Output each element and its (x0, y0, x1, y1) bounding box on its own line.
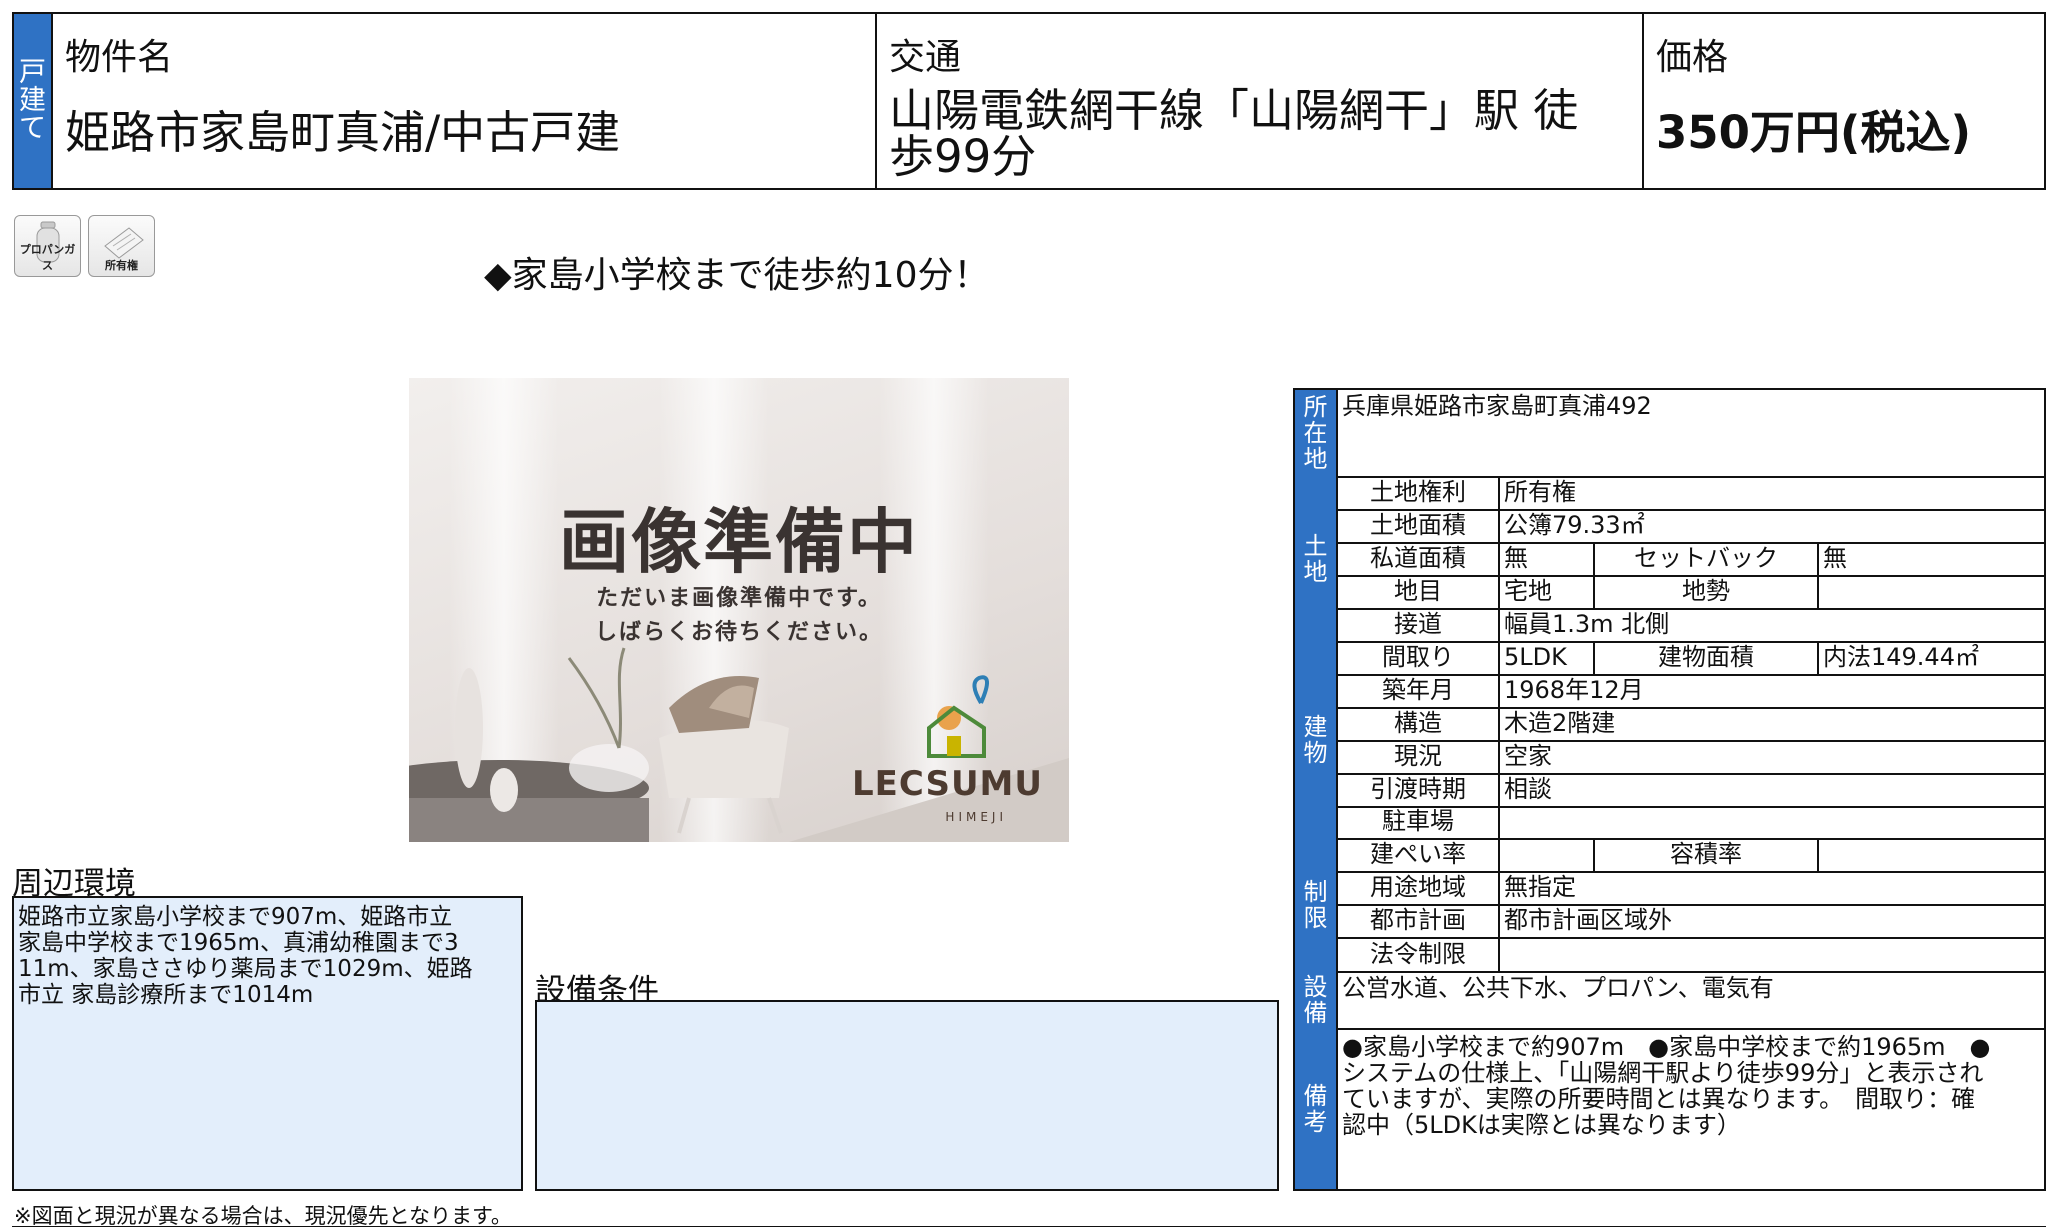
structure-label: 構造 (1394, 709, 1442, 737)
built-value: 1968年12月 (1504, 676, 1644, 704)
parking-label: 駐車場 (1382, 807, 1454, 835)
placeholder-line-2: しばらくお待ちください。 (594, 620, 883, 645)
property-name-label: 物件名 (65, 37, 174, 78)
private-road-value: 無 (1504, 544, 1528, 572)
equipment-box (535, 1000, 1279, 1191)
price-value: 350万円(税込) (1656, 106, 1972, 159)
city-plan-label: 都市計画 (1370, 906, 1466, 934)
built-label: 築年月 (1382, 676, 1454, 704)
property-header: 戸 建 て 物件名 姫路市家島町真浦/中古戸建 交通 山陽電鉄網干線「山陽網干」… (12, 12, 2046, 190)
price-cell: 価格 350万円(税込) (1642, 14, 2044, 188)
ownership-icon: 所有権 (88, 215, 155, 277)
propane-gas-caption: プロパンガス (19, 243, 76, 272)
private-road-label: 私道面積 (1370, 544, 1466, 572)
building-area-label: 建物面積 (1658, 643, 1754, 671)
terrain-label: 地勢 (1682, 577, 1730, 605)
facilities-value: 公営水道、公共下水、プロパン、電気有 (1342, 974, 1774, 1002)
handover-value: 相談 (1504, 775, 1552, 803)
land-rights-label: 土地権利 (1370, 478, 1466, 506)
land-area-label: 土地面積 (1370, 511, 1466, 539)
land-area-value: 公簿79.33㎡ (1504, 511, 1645, 539)
remarks-line: 認中（5LDKは実際とは異なります） (1342, 1111, 1741, 1139)
status-value: 空家 (1504, 742, 1552, 770)
address-value: 兵庫県姫路市家島町真浦492 (1342, 392, 1652, 420)
group-land: 土 地 (1295, 476, 1336, 643)
transport-line-2: 歩99分 (889, 130, 1037, 183)
placeholder-line-1: ただいま画像準備中です。 (596, 586, 882, 611)
property-spec-table: 所 在 地 土 地 建 物 制 限 設 備 備 考 兵庫県姫路市家島町真浦492… (1293, 388, 2046, 1191)
transport-cell: 交通 山陽電鉄網干線「山陽網干」駅 徒 歩99分 (875, 14, 1644, 188)
land-category-label: 地目 (1394, 577, 1442, 605)
group-restrictions: 制 限 (1295, 838, 1336, 973)
land-rights-value: 所有権 (1504, 478, 1576, 506)
land-category-value: 宅地 (1504, 577, 1552, 605)
ownership-caption: 所有権 (105, 259, 138, 272)
surroundings-line: 11m、家島ささゆり薬局まで1029m、姫路 (18, 956, 473, 982)
headline: ◆家島小学校まで徒歩約10分！ (484, 255, 990, 296)
surroundings-line: 家島中学校まで1965m、真浦幼稚園まで3 (18, 930, 459, 956)
setback-label: セットバック (1634, 544, 1778, 572)
city-plan-value: 都市計画区域外 (1504, 906, 1672, 934)
setback-value: 無 (1823, 544, 1847, 572)
property-photo-placeholder: 画像準備中 ただいま画像準備中です。 しばらくお待ちください。 LECSUMU … (409, 378, 1069, 842)
structure-value: 木造2階建 (1504, 709, 1616, 737)
group-facilities: 設 備 (1295, 971, 1336, 1030)
price-label: 価格 (1656, 37, 1729, 78)
transport-label: 交通 (889, 37, 962, 78)
legal-label: 法令制限 (1370, 940, 1466, 968)
group-remarks: 備 考 (1295, 1028, 1336, 1189)
layout-value: 5LDK (1504, 643, 1567, 671)
handover-label: 引渡時期 (1370, 775, 1466, 803)
surroundings-line: 市立 家島診療所まで1014m (18, 982, 314, 1008)
surroundings-box: 姫路市立家島小学校まで907m、姫路市立 家島中学校まで1965m、真浦幼稚園ま… (12, 896, 523, 1191)
coverage-label: 建ぺい率 (1370, 840, 1466, 868)
brand-logo-subtext: HIMEJI (945, 810, 1007, 824)
road-access-value: 幅員1.3m 北側 (1504, 610, 1670, 638)
property-name: 姫路市家島町真浦/中古戸建 (65, 106, 621, 159)
status-label: 現況 (1394, 742, 1442, 770)
property-type-label: 戸 建 て (14, 14, 51, 188)
group-building: 建 物 (1295, 641, 1336, 840)
layout-label: 間取り (1382, 643, 1454, 671)
far-label: 容積率 (1670, 840, 1742, 868)
remarks-line: システムの仕様上、「山陽網干駅より徒歩99分」と表示され (1342, 1059, 1984, 1087)
remarks-line: ●家島小学校まで約907m ●家島中学校まで約1965m ● (1342, 1033, 1991, 1061)
remarks-line: ていますが、実際の所要時間とは異なります。 間取り：確 (1342, 1085, 1976, 1113)
group-location: 所 在 地 (1295, 390, 1336, 478)
transport-line-1: 山陽電鉄網干線「山陽網干」駅 徒 (889, 84, 1579, 137)
surroundings-line: 姫路市立家島小学校まで907m、姫路市立 (18, 904, 453, 930)
zoning-label: 用途地域 (1370, 873, 1466, 901)
zoning-value: 無指定 (1504, 873, 1576, 901)
property-name-cell: 物件名 姫路市家島町真浦/中古戸建 (51, 14, 877, 188)
brand-logo-text: LECSUMU (851, 764, 1043, 804)
placeholder-title: 画像準備中 (559, 501, 919, 583)
road-access-label: 接道 (1394, 610, 1442, 638)
building-area-value: 内法149.44㎡ (1823, 643, 1979, 671)
propane-gas-icon: プロパンガス (14, 215, 81, 277)
